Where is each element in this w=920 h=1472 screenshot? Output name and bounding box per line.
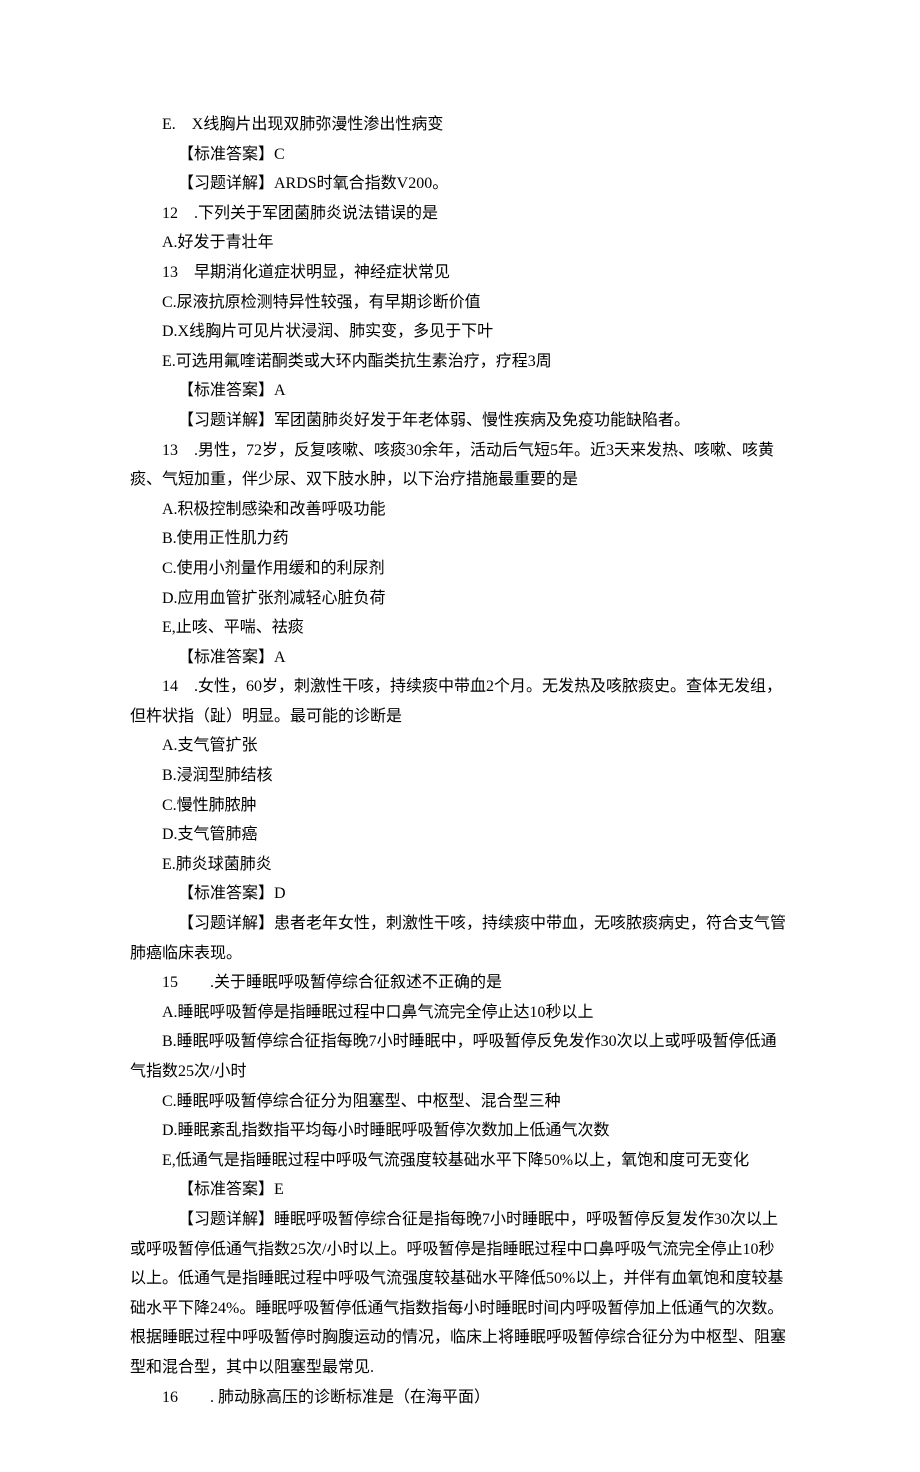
q14-option-e: E.肺炎球菌肺炎 [130,850,790,880]
q14-explanation: 【习题详解】患者老年女性，刺激性干咳，持续痰中带血，无咳脓痰病史，符合支气管肺癌… [130,909,790,968]
q11-option-e: E. X线胸片出现双肺弥漫性渗出性病变 [130,110,790,140]
q12-option-a: A.好发于青壮年 [130,228,790,258]
q15-option-a: A.睡眠呼吸暂停是指睡眠过程中口鼻气流完全停止达10秒以上 [130,998,790,1028]
q12-stem: 12 .下列关于军团菌肺炎说法错误的是 [130,199,790,229]
q12-explanation: 【习题详解】军团菌肺炎好发于年老体弱、慢性疾病及免疫功能缺陷者。 [130,406,790,436]
document-page: E. X线胸片出现双肺弥漫性渗出性病变 【标准答案】C 【习题详解】ARDS时氧… [0,0,920,1472]
q14-option-c: C.慢性肺脓肿 [130,791,790,821]
q13-option-e: E,止咳、平喘、祛痰 [130,613,790,643]
q13-option-c: C.使用小剂量作用缓和的利尿剂 [130,554,790,584]
q13-option-b: B.使用正性肌力药 [130,524,790,554]
q15-option-d: D.睡眠紊乱指数指平均每小时睡眠呼吸暂停次数加上低通气次数 [130,1116,790,1146]
q15-answer: 【标准答案】E [130,1175,790,1205]
q11-answer: 【标准答案】C [130,140,790,170]
q16-stem: 16 . 肺动脉高压的诊断标准是（在海平面） [130,1383,790,1413]
q13-option-d: D.应用血管扩张剂减轻心脏负荷 [130,584,790,614]
q14-option-b: B.浸润型肺结核 [130,761,790,791]
q14-option-d: D.支气管肺癌 [130,820,790,850]
q12-answer: 【标准答案】A [130,376,790,406]
q13-option-a: A.积极控制感染和改善呼吸功能 [130,495,790,525]
q15-explanation: 【习题详解】睡眠呼吸暂停综合征是指每晚7小时睡眠中，呼吸暂停反复发作30次以上或… [130,1205,790,1383]
q13-stem: 13 .男性，72岁，反复咳嗽、咳痰30余年，活动后气短5年。近3天来发热、咳嗽… [130,436,790,495]
q11-explanation: 【习题详解】ARDS时氧合指数V200。 [130,169,790,199]
q14-option-a: A.支气管扩张 [130,731,790,761]
q14-answer: 【标准答案】D [130,879,790,909]
q15-option-c: C.睡眠呼吸暂停综合征分为阻塞型、中枢型、混合型三种 [130,1087,790,1117]
q12-option-c: C.尿液抗原检测特异性较强，有早期诊断价值 [130,288,790,318]
q13-answer: 【标准答案】A [130,643,790,673]
q12-option-b: 13 早期消化道症状明显，神经症状常见 [130,258,790,288]
q12-option-e: E.可选用氟喹诺酮类或大环内酯类抗生素治疗，疗程3周 [130,347,790,377]
q15-option-e: E,低通气是指睡眠过程中呼吸气流强度较基础水平下降50%以上，氧饱和度可无变化 [130,1146,790,1176]
q15-stem: 15 .关于睡眠呼吸暂停综合征叙述不正确的是 [130,968,790,998]
q15-option-b: B.睡眠呼吸暂停综合征指每晚7小时睡眠中，呼吸暂停反免发作30次以上或呼吸暂停低… [130,1027,790,1086]
q14-stem: 14 .女性，60岁，刺激性干咳，持续痰中带血2个月。无发热及咳脓痰史。查体无发… [130,672,790,731]
q12-option-d: D.X线胸片可见片状浸润、肺实变，多见于下叶 [130,317,790,347]
